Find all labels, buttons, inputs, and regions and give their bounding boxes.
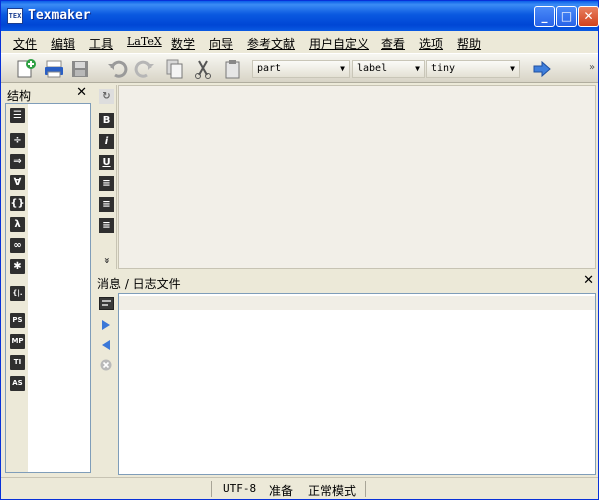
minimize-icon: _ xyxy=(541,9,548,23)
align-left-icon[interactable]: ≡ xyxy=(99,176,114,191)
app-icon: TEX xyxy=(7,8,23,24)
structure-panel-title: 结构 xyxy=(7,89,32,103)
menu-latex[interactable]: LaTeX xyxy=(127,35,162,48)
tikz-icon[interactable]: TI xyxy=(10,355,25,370)
forward-arrow-icon[interactable] xyxy=(531,58,553,80)
messages-close-icon[interactable]: ✕ xyxy=(583,273,594,288)
toolbar-overflow-icon[interactable]: » xyxy=(589,62,595,73)
maximize-button[interactable]: □ xyxy=(556,6,577,27)
print-icon[interactable] xyxy=(43,58,65,80)
next-error-icon[interactable] xyxy=(101,319,111,331)
structure-panel: 结构 ✕ ☰ ÷ ⇒ ∀ {} λ ∞ ✱ {|. PS MP TI AS xyxy=(1,83,93,475)
editor-area[interactable] xyxy=(118,85,596,269)
asymptote-icon[interactable]: AS xyxy=(10,376,25,391)
bold-icon[interactable]: B xyxy=(99,113,114,128)
size-combo-value: tiny xyxy=(431,63,456,74)
copy-icon[interactable] xyxy=(163,58,185,80)
underline-icon[interactable]: U xyxy=(99,155,114,170)
menu-bar: 文件 编辑 工具 LaTeX 数学 向导 参考文献 用户自定义 查看 选项 帮助 xyxy=(1,31,598,53)
chevron-down-icon: ▼ xyxy=(340,64,345,73)
menu-math[interactable]: 数学 xyxy=(171,35,195,52)
messages-panel-header: 消息 / 日志文件 ✕ xyxy=(93,273,598,291)
cut-icon[interactable] xyxy=(192,58,214,80)
reference-combo[interactable]: label ▼ xyxy=(352,60,425,78)
sectioning-combo[interactable]: part ▼ xyxy=(252,60,350,78)
log-output-area[interactable] xyxy=(118,293,596,475)
format-toolbar: ↻ B i U ≡ ≡ ≡ » xyxy=(97,85,117,269)
stop-icon[interactable] xyxy=(100,359,112,371)
sectioning-combo-value: part xyxy=(257,63,282,74)
close-button[interactable]: ✕ xyxy=(578,6,599,27)
minimize-button[interactable]: _ xyxy=(534,6,555,27)
list-icon[interactable]: ☰ xyxy=(10,108,25,123)
infinity-icon[interactable]: ∞ xyxy=(10,238,25,253)
new-file-icon[interactable] xyxy=(15,58,37,80)
chevron-down-icon: ▼ xyxy=(415,64,420,73)
expand-icon[interactable]: » xyxy=(99,253,114,268)
star-icon[interactable]: ✱ xyxy=(10,259,25,274)
close-icon: ✕ xyxy=(583,9,594,23)
lambda-icon[interactable]: λ xyxy=(10,217,25,232)
arrow-icon[interactable]: ⇒ xyxy=(10,154,25,169)
menu-help[interactable]: 帮助 xyxy=(457,35,481,52)
refresh-icon[interactable]: ↻ xyxy=(99,89,114,104)
align-center-icon[interactable]: ≡ xyxy=(99,197,114,212)
status-encoding: UTF-8 xyxy=(223,482,257,495)
menu-bibliography[interactable]: 参考文献 xyxy=(247,35,295,52)
maximize-icon: □ xyxy=(560,9,573,23)
save-icon[interactable] xyxy=(69,58,91,80)
symbol-panel-bar: ☰ ÷ ⇒ ∀ {} λ ∞ ✱ {|. PS MP TI AS xyxy=(6,104,28,472)
reference-combo-value: label xyxy=(357,63,388,74)
menu-tools[interactable]: 工具 xyxy=(89,35,113,52)
menu-user[interactable]: 用户自定义 xyxy=(309,35,369,52)
menu-file[interactable]: 文件 xyxy=(13,35,37,52)
divide-icon[interactable]: ÷ xyxy=(10,133,25,148)
left-delim-icon[interactable]: {|. xyxy=(10,286,25,301)
structure-close-icon[interactable]: ✕ xyxy=(76,85,87,100)
forall-icon[interactable]: ∀ xyxy=(10,175,25,190)
status-separator xyxy=(365,481,366,497)
log-current-line xyxy=(119,296,595,310)
messages-toolbar xyxy=(97,293,117,475)
app-window: TEX Texmaker _ □ ✕ 文件 编辑 工具 LaTeX 数学 向导 … xyxy=(0,0,599,500)
title-bar[interactable]: TEX Texmaker _ □ ✕ xyxy=(1,1,599,31)
view-log-icon[interactable] xyxy=(99,297,114,310)
status-separator xyxy=(211,481,212,497)
status-mode: 正常模式 xyxy=(308,484,357,498)
metapost-icon[interactable]: MP xyxy=(10,334,25,349)
menu-wizard[interactable]: 向导 xyxy=(209,35,233,52)
menu-edit[interactable]: 编辑 xyxy=(51,35,75,52)
align-right-icon[interactable]: ≡ xyxy=(99,218,114,233)
structure-panel-header: 结构 ✕ xyxy=(3,85,91,103)
toolbar: part ▼ label ▼ tiny ▼ » xyxy=(1,53,598,83)
chevron-down-icon: ▼ xyxy=(510,64,515,73)
undo-icon[interactable] xyxy=(106,58,128,80)
redo-icon[interactable] xyxy=(134,58,156,80)
structure-tree[interactable]: ☰ ÷ ⇒ ∀ {} λ ∞ ✱ {|. PS MP TI AS xyxy=(5,103,91,473)
paste-icon[interactable] xyxy=(221,58,243,80)
braces-icon[interactable]: {} xyxy=(10,196,25,211)
pstricks-icon[interactable]: PS xyxy=(10,313,25,328)
status-bar: UTF-8 准备 正常模式 xyxy=(1,477,598,499)
menu-options[interactable]: 选项 xyxy=(419,35,443,52)
size-combo[interactable]: tiny ▼ xyxy=(426,60,520,78)
messages-panel-title: 消息 / 日志文件 xyxy=(97,277,181,291)
menu-view[interactable]: 查看 xyxy=(381,35,405,52)
status-ready: 准备 xyxy=(269,484,294,498)
italic-icon[interactable]: i xyxy=(99,134,114,149)
previous-error-icon[interactable] xyxy=(101,339,111,351)
window-title: Texmaker xyxy=(28,8,91,23)
